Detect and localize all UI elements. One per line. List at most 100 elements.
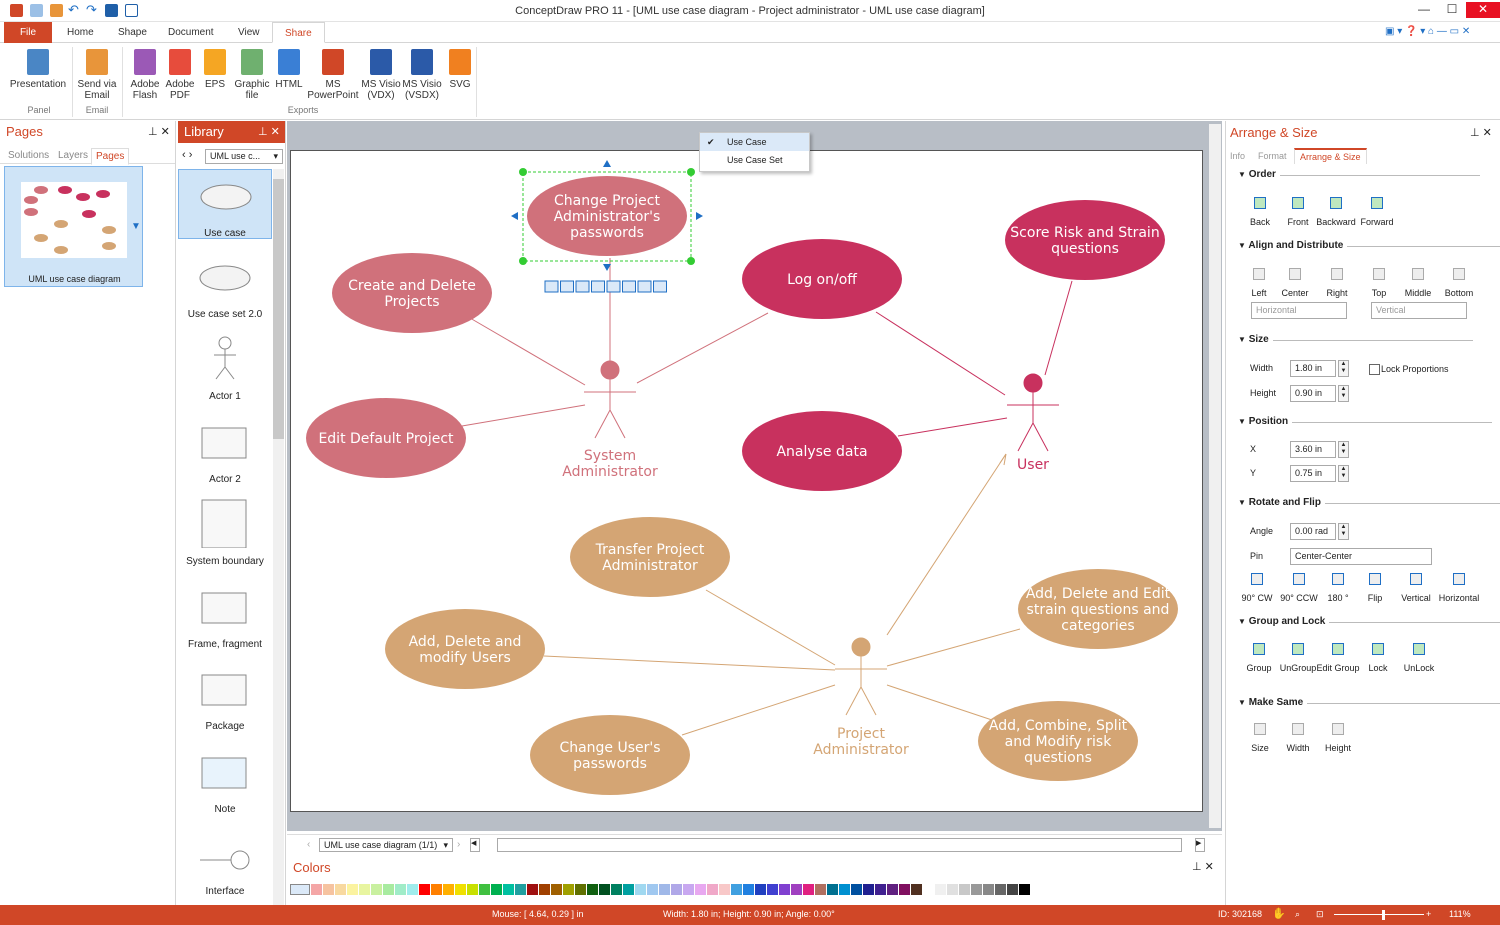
use-case-ellipse[interactable]: Change User'spasswords — [530, 715, 690, 795]
color-swatch[interactable] — [635, 884, 646, 895]
front-icon[interactable] — [1292, 197, 1304, 209]
height-input[interactable]: 0.90 in — [1290, 385, 1336, 402]
scroll-left-button[interactable]: ◀ — [470, 838, 480, 852]
library-nav-arrows[interactable]: ‹ › — [182, 149, 192, 161]
section-order[interactable]: ▼ Order — [1238, 169, 1480, 180]
spinner-buttons[interactable]: ▲ ▼ — [1338, 523, 1349, 540]
color-swatch[interactable] — [335, 884, 346, 895]
color-swatch[interactable] — [911, 884, 922, 895]
color-swatch[interactable] — [467, 884, 478, 895]
top-icon[interactable] — [1373, 268, 1385, 280]
use-case-ellipse[interactable]: Add, Delete andmodify Users — [385, 609, 545, 689]
x-input[interactable]: 3.60 in — [1290, 441, 1336, 458]
library-item[interactable]: Actor 1 — [178, 333, 272, 403]
actor[interactable]: SystemAdministrator — [562, 360, 658, 480]
connection-arrow-icon[interactable] — [603, 160, 611, 167]
library-selector[interactable]: UML use c... ▾ — [205, 149, 283, 164]
library-item[interactable]: Note — [178, 746, 272, 816]
flip-icon[interactable] — [1369, 573, 1381, 585]
zoom-in-icon[interactable]: + — [1426, 909, 1431, 919]
vertical-icon[interactable] — [1410, 573, 1422, 585]
width-icon[interactable] — [1292, 723, 1304, 735]
library-item[interactable]: Actor 2 — [178, 416, 272, 486]
menu-item-use-case-set[interactable]: Use Case Set — [700, 151, 809, 169]
back-icon[interactable] — [1254, 197, 1266, 209]
smart-shape-button[interactable] — [544, 280, 559, 293]
fit-icon[interactable]: ⊡ — [1316, 909, 1324, 920]
resize-handle[interactable] — [519, 168, 527, 176]
color-swatch[interactable] — [803, 884, 814, 895]
pin-select[interactable]: Center-Center — [1290, 548, 1432, 565]
use-case-ellipse[interactable]: Transfer ProjectAdministrator — [570, 517, 730, 597]
panel-pin-close[interactable]: ⊥ ✕ — [1470, 126, 1492, 139]
close-button[interactable]: ✕ — [1466, 2, 1500, 18]
lock-icon[interactable] — [1372, 643, 1384, 655]
horizontal-distribute-select[interactable]: Horizontal — [1251, 302, 1347, 319]
page-menu-arrow-icon[interactable]: ▼ — [131, 221, 141, 232]
horizontal-scrollbar[interactable] — [497, 838, 1182, 852]
color-swatch[interactable] — [371, 884, 382, 895]
section-size[interactable]: ▼ Size — [1238, 334, 1471, 345]
color-swatch[interactable] — [1019, 884, 1030, 895]
ungroup-icon[interactable] — [1292, 643, 1304, 655]
library-item[interactable]: Interface — [178, 828, 272, 898]
color-swatch[interactable] — [539, 884, 550, 895]
library-pin-close[interactable]: ⊥ ✕ — [258, 125, 280, 138]
button-label[interactable]: UnLock — [1389, 663, 1449, 673]
editgroup-icon[interactable] — [1332, 643, 1344, 655]
section-group[interactable]: ▼ Group and Lock — [1238, 616, 1500, 627]
tab-share[interactable]: Share — [272, 22, 325, 43]
color-swatch[interactable] — [719, 884, 730, 895]
color-swatch[interactable] — [887, 884, 898, 895]
resize-handle[interactable] — [687, 168, 695, 176]
spinner-buttons[interactable]: ▲ ▼ — [1338, 465, 1349, 482]
color-swatch[interactable] — [779, 884, 790, 895]
color-swatch[interactable] — [959, 884, 970, 895]
left-icon[interactable] — [1253, 268, 1265, 280]
smart-shape-button[interactable] — [591, 280, 605, 293]
use-case-ellipse[interactable]: Score Risk and Strainquestions — [1005, 200, 1165, 280]
menu-item-use-case[interactable]: ✔ Use Case — [700, 133, 809, 151]
color-swatch[interactable] — [731, 884, 742, 895]
ribbon-button-10[interactable]: SVG — [428, 49, 492, 90]
zoom-slider-thumb[interactable] — [1382, 910, 1385, 920]
color-swatch[interactable] — [503, 884, 514, 895]
association-line[interactable] — [886, 453, 1007, 636]
zoom-area-icon[interactable]: ⌕ — [1295, 909, 1300, 920]
association-line[interactable] — [875, 311, 1006, 396]
color-swatch[interactable] — [419, 884, 430, 895]
actor[interactable]: ProjectAdministrator — [813, 637, 909, 758]
vertical-distribute-select[interactable]: Vertical — [1371, 302, 1467, 319]
resize-handle[interactable] — [519, 257, 527, 265]
color-swatch[interactable] — [311, 884, 322, 895]
color-swatch[interactable] — [755, 884, 766, 895]
color-swatch[interactable] — [923, 884, 934, 895]
horizontal-icon[interactable] — [1453, 573, 1465, 585]
association-line[interactable] — [469, 317, 586, 386]
actor[interactable]: User — [1007, 373, 1059, 473]
color-swatch[interactable] — [527, 884, 538, 895]
button-label[interactable]: Horizontal — [1429, 593, 1489, 603]
color-swatch[interactable] — [323, 884, 334, 895]
library-item[interactable]: Use case — [178, 169, 272, 239]
tab-file[interactable]: File — [4, 22, 52, 43]
color-swatch[interactable] — [443, 884, 454, 895]
button-label[interactable]: Bottom — [1429, 288, 1489, 298]
color-swatch[interactable] — [707, 884, 718, 895]
spinner-buttons[interactable]: ▲ ▼ — [1338, 385, 1349, 402]
color-swatch[interactable] — [431, 884, 442, 895]
scroll-right-button[interactable]: ▶ — [1195, 838, 1205, 852]
right-icon[interactable] — [1331, 268, 1343, 280]
association-line[interactable] — [636, 312, 769, 384]
association-line[interactable] — [543, 655, 836, 671]
page-thumbnail[interactable]: UML use case diagram ▼ — [4, 166, 143, 287]
color-swatch[interactable] — [359, 884, 370, 895]
color-swatch[interactable] — [695, 884, 706, 895]
color-swatch[interactable] — [611, 884, 622, 895]
bottom-icon[interactable] — [1453, 268, 1465, 280]
color-swatch[interactable] — [875, 884, 886, 895]
size-icon[interactable] — [1254, 723, 1266, 735]
library-item[interactable]: Use case set 2.0 — [178, 251, 272, 321]
use-case-ellipse[interactable]: Analyse data — [742, 411, 902, 491]
section-align[interactable]: ▼ Align and Distribute — [1238, 240, 1500, 251]
